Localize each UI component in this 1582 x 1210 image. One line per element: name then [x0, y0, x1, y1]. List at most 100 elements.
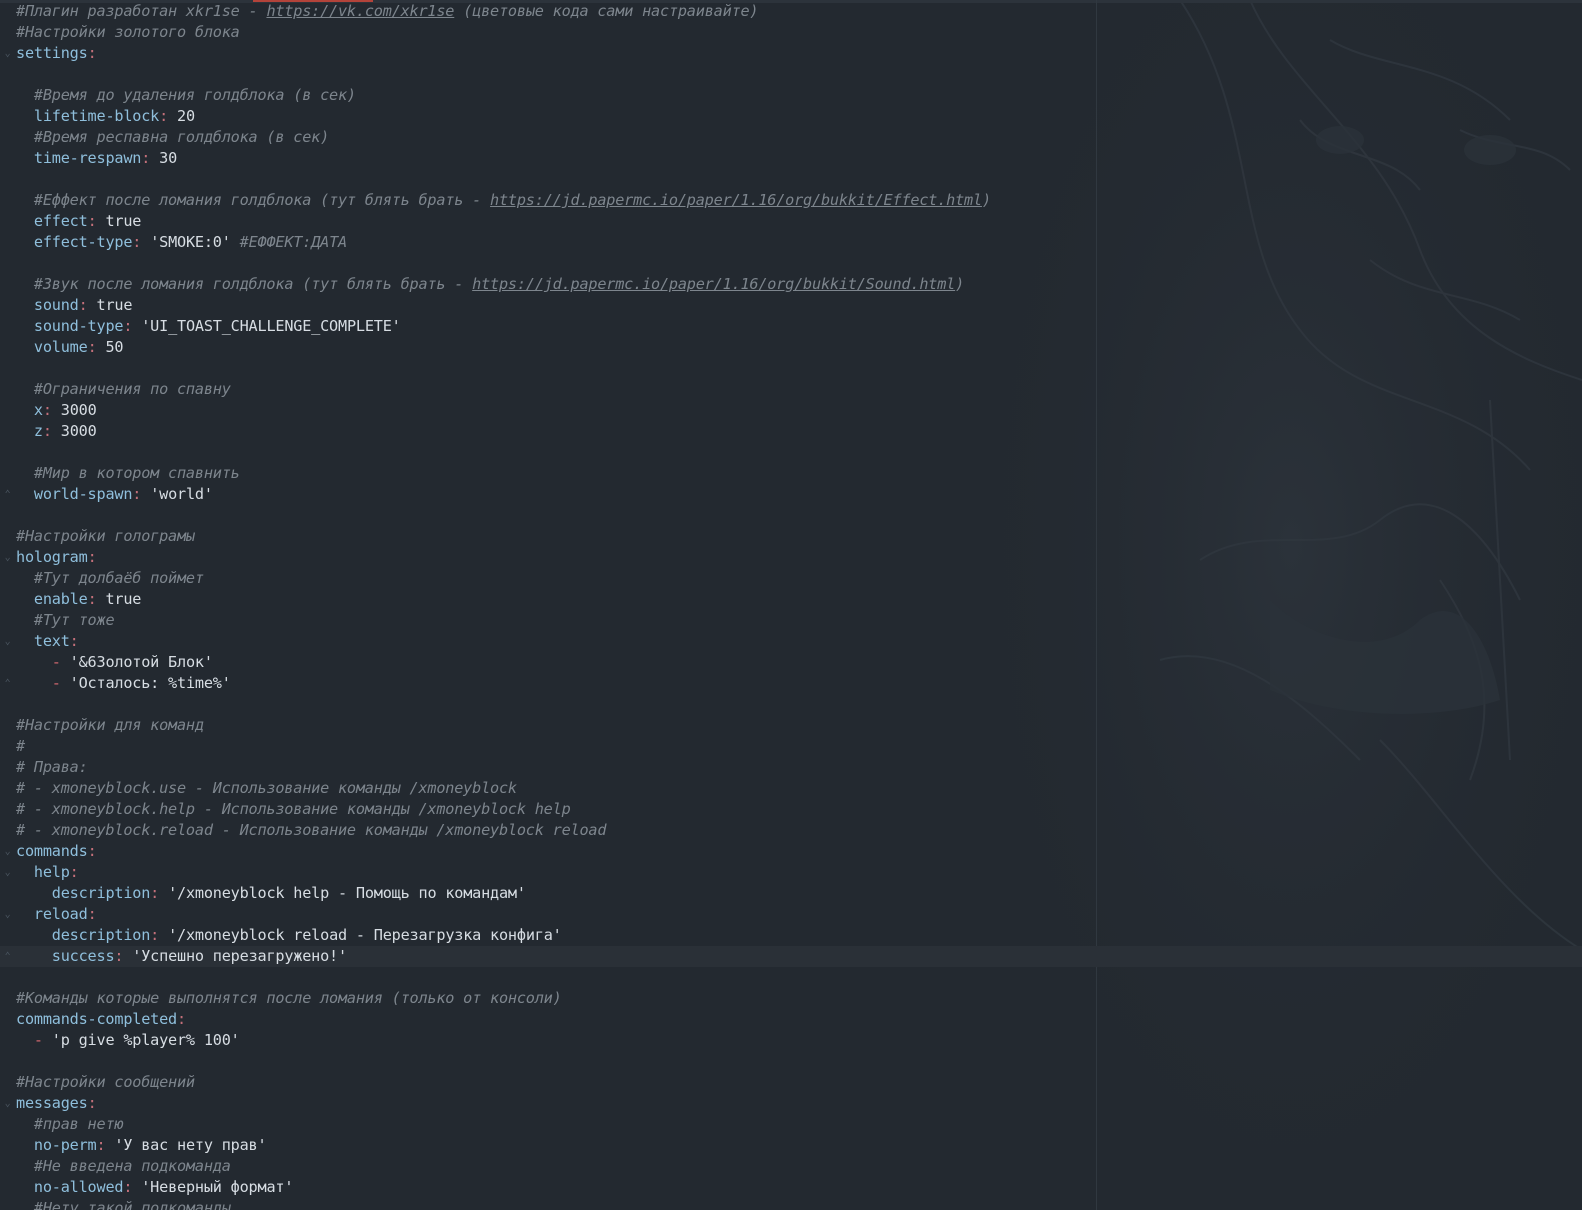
code-line[interactable]: commands-completed:: [0, 1009, 1582, 1030]
code-line[interactable]: #Звук после ломания голдблока (тут блять…: [0, 274, 1582, 295]
yaml-value: '/xmoneyblock reload - Перезагрузка конф…: [168, 926, 562, 944]
code-line[interactable]: time-respawn: 30: [0, 148, 1582, 169]
fold-end-icon[interactable]: ⌃: [3, 484, 12, 505]
fold-open-icon[interactable]: ⌄: [3, 841, 12, 862]
code-line[interactable]: [0, 358, 1582, 379]
comment-url[interactable]: https://vk.com/xkr1se: [266, 2, 454, 20]
comment-url[interactable]: https://jd.papermc.io/paper/1.16/org/buk…: [472, 275, 955, 293]
code-line[interactable]: [0, 505, 1582, 526]
code-line[interactable]: no-perm: 'У вас нету прав': [0, 1135, 1582, 1156]
code-line[interactable]: # - xmoneyblock.help - Использование ком…: [0, 799, 1582, 820]
code-line[interactable]: sound-type: 'UI_TOAST_CHALLENGE_COMPLETE…: [0, 316, 1582, 337]
code-line[interactable]: #Команды которые выполнятся после ломани…: [0, 988, 1582, 1009]
code-line[interactable]: #Настройки золотого блока: [0, 22, 1582, 43]
fold-open-icon[interactable]: ⌄: [3, 1093, 12, 1114]
fold-end-icon[interactable]: ⌃: [3, 946, 12, 967]
code-line[interactable]: description: '/xmoneyblock help - Помощь…: [0, 883, 1582, 904]
code-line[interactable]: #Ограничения по спавну: [0, 379, 1582, 400]
code-line[interactable]: ⌄ text:: [0, 631, 1582, 652]
code-line[interactable]: - 'p give %player% 100': [0, 1030, 1582, 1051]
fold-open-icon[interactable]: ⌄: [3, 631, 12, 652]
code-line[interactable]: #Нету такой подкоманды: [0, 1198, 1582, 1210]
code-line[interactable]: effect: true: [0, 211, 1582, 232]
comment-url[interactable]: https://jd.papermc.io/paper/1.16/org/buk…: [490, 191, 982, 209]
code-line[interactable]: #Настройки для команд: [0, 715, 1582, 736]
code-line[interactable]: #Время респавна голдблока (в сек): [0, 127, 1582, 148]
code-line[interactable]: [0, 967, 1582, 988]
code-line[interactable]: #Плагин разработан xkr1se - https://vk.c…: [0, 1, 1582, 22]
code-line[interactable]: ⌄ commands:: [0, 841, 1582, 862]
code-line[interactable]: volume: 50: [0, 337, 1582, 358]
code-line[interactable]: #Не введена подкоманда: [0, 1156, 1582, 1177]
code-line[interactable]: x: 3000: [0, 400, 1582, 421]
code-line[interactable]: [0, 64, 1582, 85]
code-line[interactable]: ⌃ - 'Осталось: %time%': [0, 673, 1582, 694]
code-line[interactable]: description: '/xmoneyblock reload - Пере…: [0, 925, 1582, 946]
code-line[interactable]: [0, 169, 1582, 190]
code-line[interactable]: enable: true: [0, 589, 1582, 610]
comment: #Тут долбаёб поймет: [33, 569, 204, 587]
code-line[interactable]: sound: true: [0, 295, 1582, 316]
fold-open-icon[interactable]: ⌄: [3, 547, 12, 568]
fold-open-icon[interactable]: ⌄: [3, 862, 12, 883]
code-line[interactable]: #Тут тоже: [0, 610, 1582, 631]
code-line[interactable]: z: 3000: [0, 421, 1582, 442]
comment: #прав нетю: [33, 1115, 124, 1133]
key-colon: :: [87, 842, 97, 860]
code-editor[interactable]: #Плагин разработан xkr1se - https://vk.c…: [0, 0, 1582, 1210]
code-line[interactable]: #Мир в котором спавнить: [0, 463, 1582, 484]
code-line[interactable]: #прав нетю: [0, 1114, 1582, 1135]
code-line[interactable]: ⌄ hologram:: [0, 547, 1582, 568]
code-line[interactable]: #Тут долбаёб поймет: [0, 568, 1582, 589]
yaml-key: world-spawn: [33, 485, 133, 503]
code-lines[interactable]: #Плагин разработан xkr1se - https://vk.c…: [0, 1, 1582, 1210]
code-line[interactable]: no-allowed: 'Неверный формат': [0, 1177, 1582, 1198]
yaml-key: no-perm: [33, 1136, 97, 1154]
code-line[interactable]: ⌃ success: 'Успешно перезагружено!': [0, 946, 1582, 967]
code-line[interactable]: [0, 442, 1582, 463]
yaml-key: help: [33, 863, 70, 881]
code-line[interactable]: [0, 694, 1582, 715]
code-line[interactable]: [0, 253, 1582, 274]
code-line[interactable]: #: [0, 736, 1582, 757]
yaml-value: 30: [159, 149, 178, 167]
code-line[interactable]: #Время до удаления голдблока (в сек): [0, 85, 1582, 106]
code-line[interactable]: ⌄ help:: [0, 862, 1582, 883]
code-line[interactable]: ⌄ reload:: [0, 904, 1582, 925]
code-line[interactable]: ⌄ messages:: [0, 1093, 1582, 1114]
code-line[interactable]: effect-type: 'SMOKE:0' #ЕФФЕКТ:ДАТА: [0, 232, 1582, 253]
code-line[interactable]: lifetime-block: 20: [0, 106, 1582, 127]
code-line[interactable]: - '&6Золотой Блок': [0, 652, 1582, 673]
code-line[interactable]: # Права:: [0, 757, 1582, 778]
code-line[interactable]: [0, 1051, 1582, 1072]
code-line[interactable]: #Настройки сообщений: [0, 1072, 1582, 1093]
fold-end-icon[interactable]: ⌃: [3, 673, 12, 694]
yaml-key: description: [51, 926, 151, 944]
comment: #Настройки сообщений: [16, 1073, 195, 1091]
list-item-value: '&6Золотой Блок': [69, 653, 213, 671]
yaml-key: success: [51, 947, 115, 965]
code-line[interactable]: #Еффект после ломания голдблока (тут бля…: [0, 190, 1582, 211]
fold-open-icon[interactable]: ⌄: [3, 43, 12, 64]
fold-open-icon[interactable]: ⌄: [3, 904, 12, 925]
yaml-key: enable: [33, 590, 88, 608]
code-line[interactable]: # - xmoneyblock.reload - Использование к…: [0, 820, 1582, 841]
code-line[interactable]: #Настройки голограмы: [0, 526, 1582, 547]
yaml-key: commands-completed: [16, 1010, 177, 1028]
code-line[interactable]: # - xmoneyblock.use - Использование кома…: [0, 778, 1582, 799]
code-line[interactable]: ⌃ world-spawn: 'world': [0, 484, 1582, 505]
list-dash: -: [33, 1031, 52, 1049]
code-line[interactable]: ⌄ settings:: [0, 43, 1582, 64]
